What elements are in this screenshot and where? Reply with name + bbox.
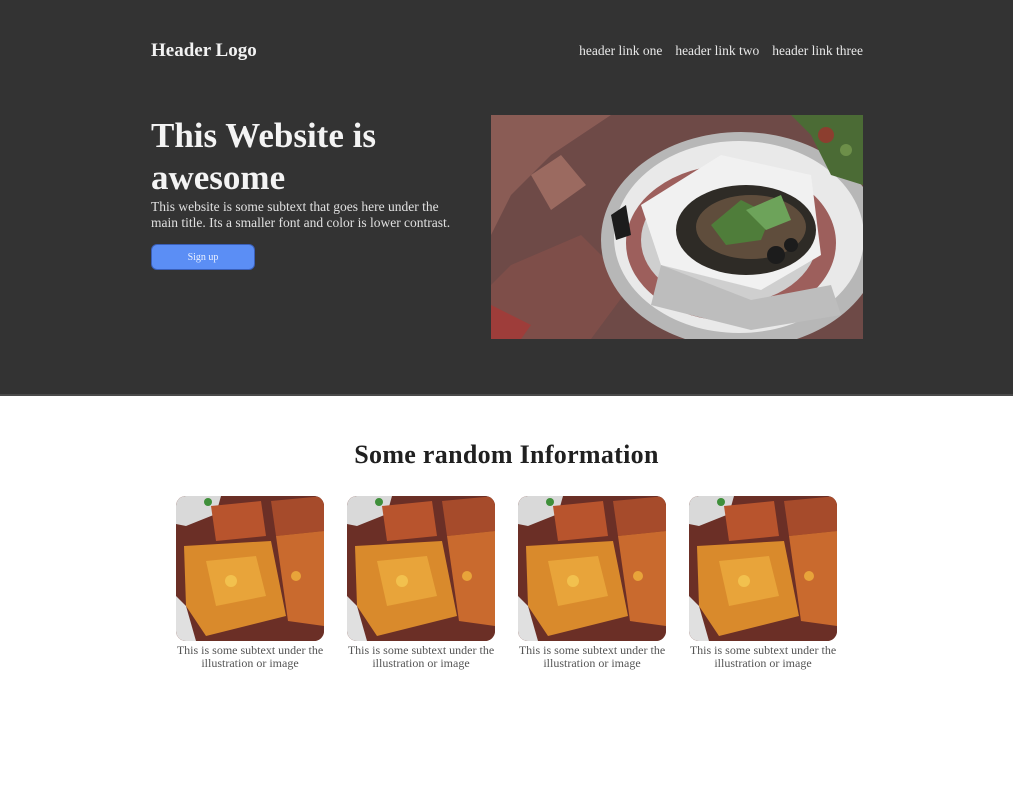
header-link-one[interactable]: header link one xyxy=(579,43,662,59)
food-tofu-illustration xyxy=(347,496,495,641)
food-bowl-illustration xyxy=(491,115,863,339)
card-caption: This is some subtext under the illustrat… xyxy=(689,643,837,670)
card-image xyxy=(176,496,324,641)
food-tofu-illustration xyxy=(689,496,837,641)
card-list: This is some subtext under the illustrat… xyxy=(176,496,837,670)
info-card: This is some subtext under the illustrat… xyxy=(518,496,666,670)
info-card: This is some subtext under the illustrat… xyxy=(176,496,324,670)
hero-image xyxy=(491,115,863,339)
header-nav: header link one header link two header l… xyxy=(579,43,863,59)
info-section: Some random Information This is some sub… xyxy=(0,396,1013,792)
section-title: Some random Information xyxy=(354,440,659,469)
hero-subtext: This website is some subtext that goes h… xyxy=(151,199,451,230)
card-caption: This is some subtext under the illustrat… xyxy=(176,643,324,670)
info-card: This is some subtext under the illustrat… xyxy=(347,496,495,670)
header-link-two[interactable]: header link two xyxy=(675,43,759,59)
hero-section: Header Logo header link one header link … xyxy=(0,0,1013,396)
card-caption: This is some subtext under the illustrat… xyxy=(347,643,495,670)
header-logo[interactable]: Header Logo xyxy=(151,40,257,62)
card-image xyxy=(518,496,666,641)
food-tofu-illustration xyxy=(518,496,666,641)
hero-title: This Website is awesome xyxy=(151,116,376,197)
card-image xyxy=(347,496,495,641)
card-caption: This is some subtext under the illustrat… xyxy=(518,643,666,670)
card-image xyxy=(689,496,837,641)
food-tofu-illustration xyxy=(176,496,324,641)
sign-up-button[interactable]: Sign up xyxy=(151,244,255,270)
info-card: This is some subtext under the illustrat… xyxy=(689,496,837,670)
header-link-three[interactable]: header link three xyxy=(772,43,863,59)
hero-text: This Website is awesome This website is … xyxy=(151,115,461,231)
